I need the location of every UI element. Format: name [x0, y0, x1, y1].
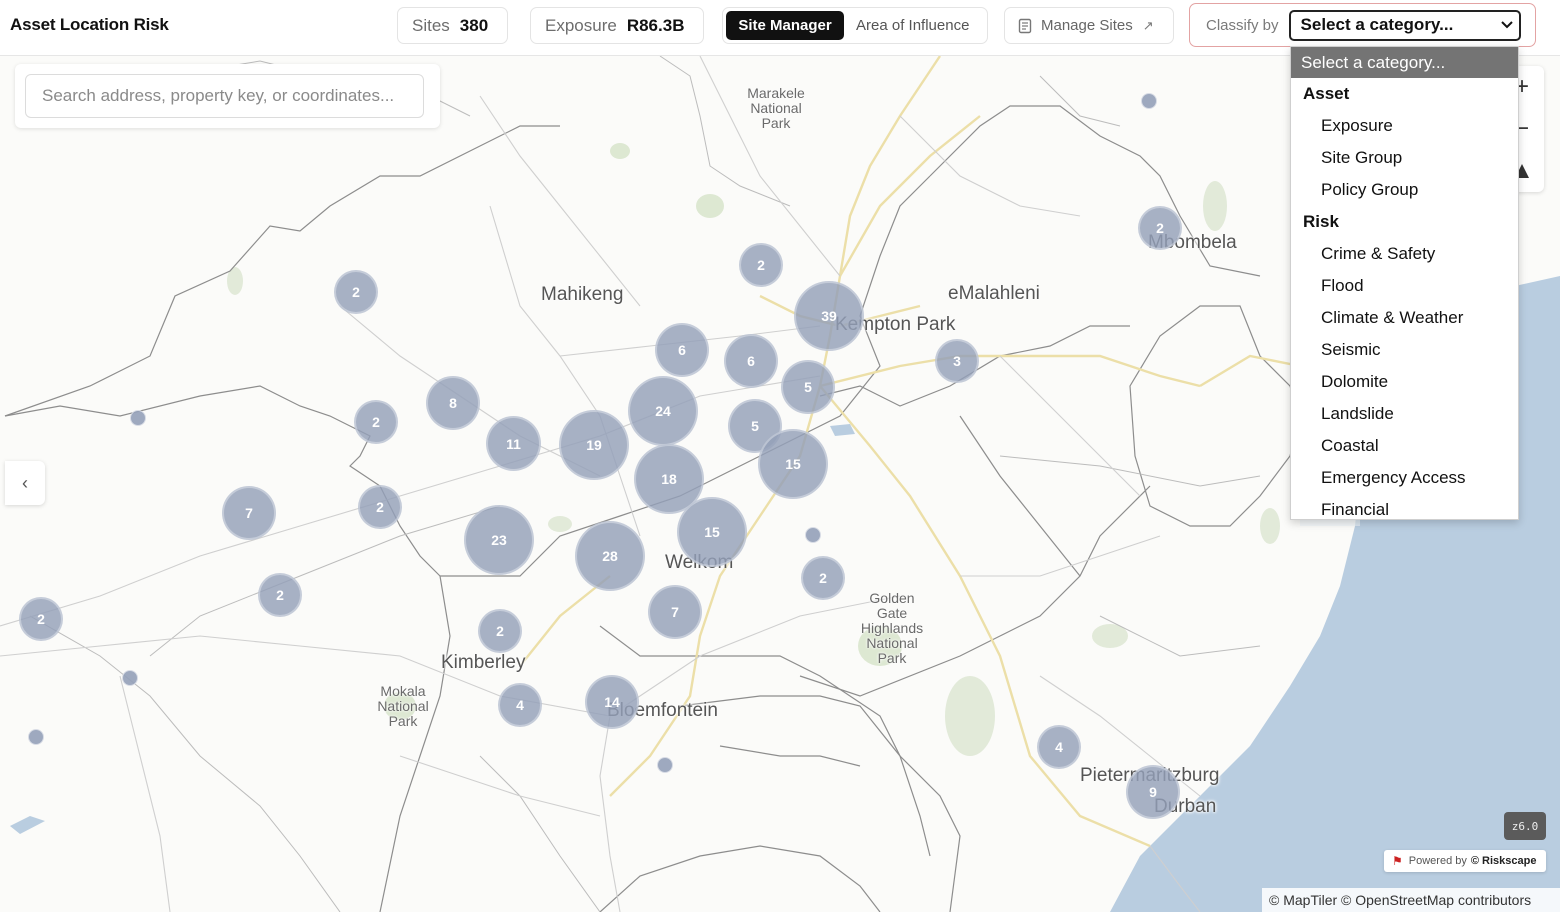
zoom-level-badge: z6.0 — [1504, 812, 1546, 840]
category-dropdown: Select a category... Asset Exposure Site… — [1290, 46, 1519, 520]
site-cluster[interactable]: 6 — [724, 334, 778, 388]
site-cluster[interactable]: 15 — [758, 429, 828, 499]
site-cluster[interactable]: 7 — [222, 486, 276, 540]
powered-by-brand: © Riskscape — [1470, 855, 1537, 867]
site-cluster[interactable]: 9 — [1126, 765, 1180, 819]
site-cluster[interactable]: 4 — [498, 683, 542, 727]
document-icon — [1018, 18, 1032, 33]
dropdown-option-dolomite[interactable]: Dolomite — [1291, 366, 1518, 398]
site-marker[interactable] — [122, 670, 138, 686]
dropdown-option-policy-group[interactable]: Policy Group — [1291, 174, 1518, 206]
site-cluster[interactable]: 28 — [575, 521, 645, 591]
site-cluster[interactable]: 19 — [559, 410, 629, 480]
riskscape-logo-icon: ⚑ — [1392, 854, 1403, 868]
dropdown-group-asset: Asset — [1303, 84, 1350, 103]
city-label-mahikeng: Mahikeng — [541, 284, 624, 305]
site-marker[interactable] — [657, 757, 673, 773]
site-cluster[interactable]: 2 — [19, 597, 63, 641]
site-cluster[interactable]: 3 — [935, 339, 979, 383]
site-cluster[interactable]: 24 — [628, 376, 698, 446]
site-cluster[interactable]: 2 — [1138, 206, 1182, 250]
category-select-value: Select a category... — [1300, 15, 1454, 34]
search-input[interactable]: Search address, property key, or coordin… — [25, 74, 424, 118]
site-cluster[interactable]: 39 — [794, 281, 864, 351]
site-marker[interactable] — [805, 527, 821, 543]
site-marker[interactable] — [130, 410, 146, 426]
site-cluster[interactable]: 2 — [739, 243, 783, 287]
site-marker[interactable] — [28, 729, 44, 745]
park-label-mokala: Mokala National Park — [377, 683, 429, 729]
sites-label: Sites — [412, 15, 450, 35]
city-label-kimberley: Kimberley — [441, 652, 526, 673]
chevron-left-icon[interactable]: ‹ — [5, 461, 45, 505]
manage-sites-label: Manage Sites — [1041, 17, 1133, 34]
powered-by-prefix: Powered by — [1408, 855, 1467, 867]
classify-label: Classify by — [1206, 16, 1279, 34]
sites-stat: Sites 380 — [397, 7, 508, 44]
dropdown-option-exposure[interactable]: Exposure — [1291, 110, 1518, 142]
dropdown-option-financial[interactable]: Financial — [1291, 494, 1518, 526]
site-cluster[interactable]: 4 — [1037, 725, 1081, 769]
app-title: Asset Location Risk — [10, 15, 169, 34]
dropdown-group-risk: Risk — [1303, 212, 1339, 231]
dropdown-option-flood[interactable]: Flood — [1291, 270, 1518, 302]
site-cluster[interactable]: 11 — [486, 416, 541, 471]
site-cluster[interactable]: 2 — [358, 485, 402, 529]
site-marker[interactable] — [1141, 93, 1157, 109]
search-panel: Search address, property key, or coordin… — [15, 64, 440, 128]
site-cluster[interactable]: 6 — [655, 323, 709, 377]
site-cluster[interactable]: 23 — [464, 505, 534, 575]
external-link-icon: ↗ — [1142, 17, 1154, 33]
dropdown-option-site-group[interactable]: Site Group — [1291, 142, 1518, 174]
map-attribution[interactable]: © MapTiler © OpenStreetMap contributors — [1262, 888, 1560, 912]
site-cluster[interactable]: 2 — [801, 556, 845, 600]
site-cluster[interactable]: 2 — [354, 400, 398, 444]
park-label-golden-gate: Golden Gate Highlands National Park — [860, 590, 924, 666]
dropdown-option-crime-safety[interactable]: Crime & Safety — [1291, 238, 1518, 270]
exposure-stat: Exposure R86.3B — [530, 7, 704, 44]
site-cluster[interactable]: 2 — [478, 609, 522, 653]
exposure-value: R86.3B — [626, 15, 685, 35]
dropdown-option-landslide[interactable]: Landslide — [1291, 398, 1518, 430]
dropdown-option-placeholder[interactable]: Select a category... — [1291, 47, 1518, 78]
classify-control: Classify by Select a category... — [1189, 3, 1536, 47]
tab-area-of-influence[interactable]: Area of Influence — [844, 11, 981, 40]
dropdown-option-coastal[interactable]: Coastal — [1291, 430, 1518, 462]
park-label-marakele: Marakele National Park — [747, 85, 805, 131]
site-cluster[interactable]: 15 — [677, 497, 747, 567]
powered-by-badge[interactable]: ⚑ Powered by © Riskscape — [1384, 850, 1546, 872]
site-cluster[interactable]: 8 — [426, 376, 480, 430]
city-label-emalahleni: eMalahleni — [948, 283, 1040, 304]
chevron-down-icon — [1500, 21, 1513, 29]
site-cluster[interactable]: 7 — [648, 585, 702, 639]
tab-site-manager[interactable]: Site Manager — [726, 11, 844, 40]
site-cluster[interactable]: 2 — [258, 573, 302, 617]
site-cluster[interactable]: 5 — [781, 360, 835, 414]
manage-sites-button[interactable]: Manage Sites ↗ — [1004, 7, 1174, 44]
dropdown-option-seismic[interactable]: Seismic — [1291, 334, 1518, 366]
dropdown-option-emergency-access[interactable]: Emergency Access — [1291, 462, 1518, 494]
exposure-label: Exposure — [545, 15, 617, 35]
sites-value: 380 — [459, 15, 489, 35]
site-cluster[interactable]: 2 — [334, 270, 378, 314]
site-cluster[interactable]: 14 — [585, 675, 639, 729]
category-select[interactable]: Select a category... — [1288, 9, 1521, 41]
dropdown-option-climate-weather[interactable]: Climate & Weather — [1291, 302, 1518, 334]
mode-toggle: Site Manager Area of Influence — [722, 7, 988, 44]
